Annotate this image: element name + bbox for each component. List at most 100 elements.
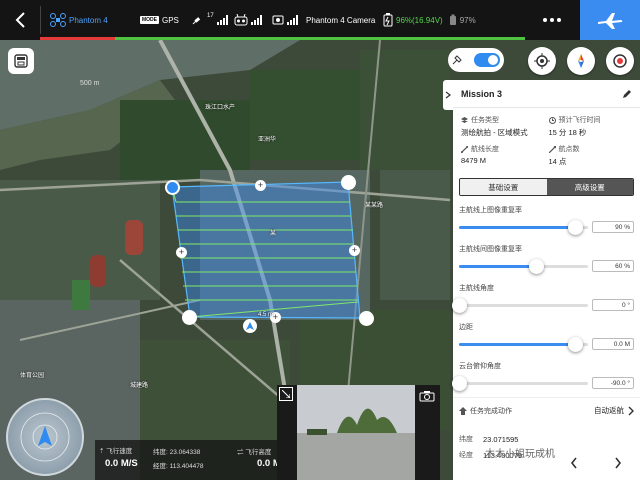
angle-slider[interactable] (452, 297, 588, 313)
settings-tabs: 基础设置 高级设置 (459, 178, 634, 196)
polygon-vertex-start[interactable] (165, 180, 180, 195)
chevron-right-icon (615, 457, 622, 469)
setting-label: 边距 (459, 324, 473, 331)
camera-name: Phantom 4 Camera (306, 15, 376, 25)
setting-label: 主航线角度 (459, 285, 494, 292)
mode-badge: MODE (140, 16, 159, 24)
expand-arrow-icon (282, 390, 290, 398)
expand-preview-button[interactable] (279, 387, 293, 401)
camera-switch-button[interactable] (419, 389, 435, 402)
setting-side-overlap: 主航线间图像重复率 60 % (453, 239, 640, 278)
back-button[interactable] (0, 0, 40, 40)
watermark: 木木小姐玩成机 (485, 449, 555, 460)
task-type-cell: 任务类型 测绘航拍 - 区域模式 (459, 112, 547, 141)
gimbal-slider[interactable] (452, 375, 588, 391)
setting-value[interactable]: 0.0 M (592, 338, 634, 350)
camera-preview[interactable] (277, 385, 440, 480)
aircraft-name: Phantom 4 (69, 15, 108, 25)
route-length-value: 8479 M (461, 156, 487, 165)
finish-action-row[interactable]: 任务完成动作 自动返航 (453, 397, 640, 423)
flight-mode-status[interactable]: MODE GPS (140, 0, 179, 40)
slider-knob[interactable] (568, 219, 584, 235)
satellite-layer-icon (452, 55, 462, 65)
collapse-panel-button[interactable] (443, 80, 453, 110)
camera-icon (419, 391, 435, 402)
flight-time-value: 15 分 18 秒 (548, 128, 587, 137)
slider-fill (459, 225, 576, 229)
map-place-label: 某某路 (365, 203, 384, 209)
satellite-icon (192, 14, 204, 26)
save-mission-button[interactable] (8, 48, 34, 74)
compass-button[interactable] (567, 47, 595, 75)
margin-slider[interactable] (459, 336, 588, 352)
edit-pencil-icon[interactable] (622, 89, 632, 99)
latitude-readout: 纬度: 23.064338 (153, 449, 201, 456)
locate-button[interactable] (528, 47, 556, 75)
slider-knob[interactable] (452, 375, 467, 391)
airplane-icon (598, 13, 623, 29)
slider-knob[interactable] (452, 297, 467, 313)
waypoints-value: 14 点 (548, 157, 567, 166)
top-status-bar: Phantom 4 MODE GPS 17 Phantom 4 Camera 9… (0, 0, 640, 40)
device-battery: 97% (459, 15, 476, 25)
overlap-slider[interactable] (459, 219, 588, 235)
aircraft-status[interactable]: Phantom 4 (50, 0, 108, 40)
hd-video-icon (272, 14, 284, 26)
speed-value: 0.0 M/S (105, 458, 138, 469)
settings-list: 主航线上图像重复率 90 % 主航线间图像重复率 60 % 主航线角度 0 ° … (452, 200, 640, 395)
map-place-label: 4.5 m (258, 312, 274, 318)
battery-icon (383, 13, 393, 27)
satellite-status[interactable]: 17 (192, 0, 229, 40)
battery-status[interactable]: 96%(16.94V) 97% (383, 0, 476, 40)
finish-action-value: 自动返航 (594, 406, 624, 415)
map-place-label: 亚洲华 (258, 137, 277, 143)
drone-icon (50, 13, 66, 27)
slider-knob[interactable] (529, 258, 545, 274)
chevron-left-icon (570, 457, 577, 469)
add-vertex-handle[interactable]: + (176, 247, 187, 258)
route-length-label: 航线长度 (471, 146, 499, 153)
flight-time-cell: 预计飞行时间 15 分 18 秒 (547, 112, 635, 141)
polygon-vertex[interactable] (341, 175, 356, 190)
layer-switch[interactable] (474, 53, 500, 67)
finish-action-label: 任务完成动作 (470, 407, 512, 415)
remote-controller-signal[interactable] (234, 0, 263, 40)
polygon-vertex[interactable] (359, 311, 374, 326)
start-mission-button[interactable] (580, 0, 640, 40)
more-button[interactable] (530, 0, 574, 40)
slider-knob[interactable] (568, 336, 584, 352)
divider (40, 6, 41, 34)
setting-label: 云台俯仰角度 (459, 363, 501, 370)
altitude-label: ⇌ 飞行高度 (237, 446, 271, 456)
setting-value[interactable]: 0 ° (592, 299, 634, 311)
aircraft-heading-icon (20, 412, 70, 462)
polygon-vertex[interactable] (182, 310, 197, 325)
setting-value[interactable]: 60 % (592, 260, 634, 272)
setting-value[interactable]: -90.0 ° (592, 377, 634, 389)
tab-advanced-settings[interactable]: 高级设置 (546, 179, 633, 195)
video-link-status[interactable]: Phantom 4 Camera (272, 0, 375, 40)
add-vertex-handle[interactable]: + (255, 180, 266, 191)
next-page-button[interactable] (607, 452, 629, 474)
mission-title: Mission 3 (461, 88, 503, 99)
map-layer-toggle[interactable] (448, 48, 504, 72)
add-vertex-handle[interactable]: + (349, 245, 360, 256)
radar-attitude-indicator[interactable] (6, 398, 84, 476)
setting-label: 主航线上图像重复率 (459, 207, 522, 214)
lat-value: 23.071595 (483, 434, 519, 444)
waypoint-icon (548, 145, 556, 153)
mission-settings-panel: Mission 3 任务类型 测绘航拍 - 区域模式 预计飞行时间 15 分 1… (452, 80, 640, 480)
map-place-label: 珠江口水产 (205, 105, 236, 111)
home-point-button[interactable] (606, 47, 634, 75)
mission-info: 任务类型 测绘航拍 - 区域模式 预计飞行时间 15 分 18 秒 航线长度 8… (453, 108, 640, 174)
setting-forward-overlap: 主航线上图像重复率 90 % (453, 200, 640, 239)
tab-basic-settings[interactable]: 基础设置 (460, 179, 547, 195)
route-icon (461, 145, 468, 153)
prev-page-button[interactable] (563, 452, 585, 474)
altitude-label-text: 飞行高度 (245, 449, 272, 456)
satellite-count: 17 (207, 13, 214, 19)
overlap-slider[interactable] (459, 258, 588, 274)
setting-value[interactable]: 90 % (592, 221, 634, 233)
longitude-readout: 经度: 113.404478 (153, 463, 204, 470)
return-home-icon (459, 406, 467, 415)
